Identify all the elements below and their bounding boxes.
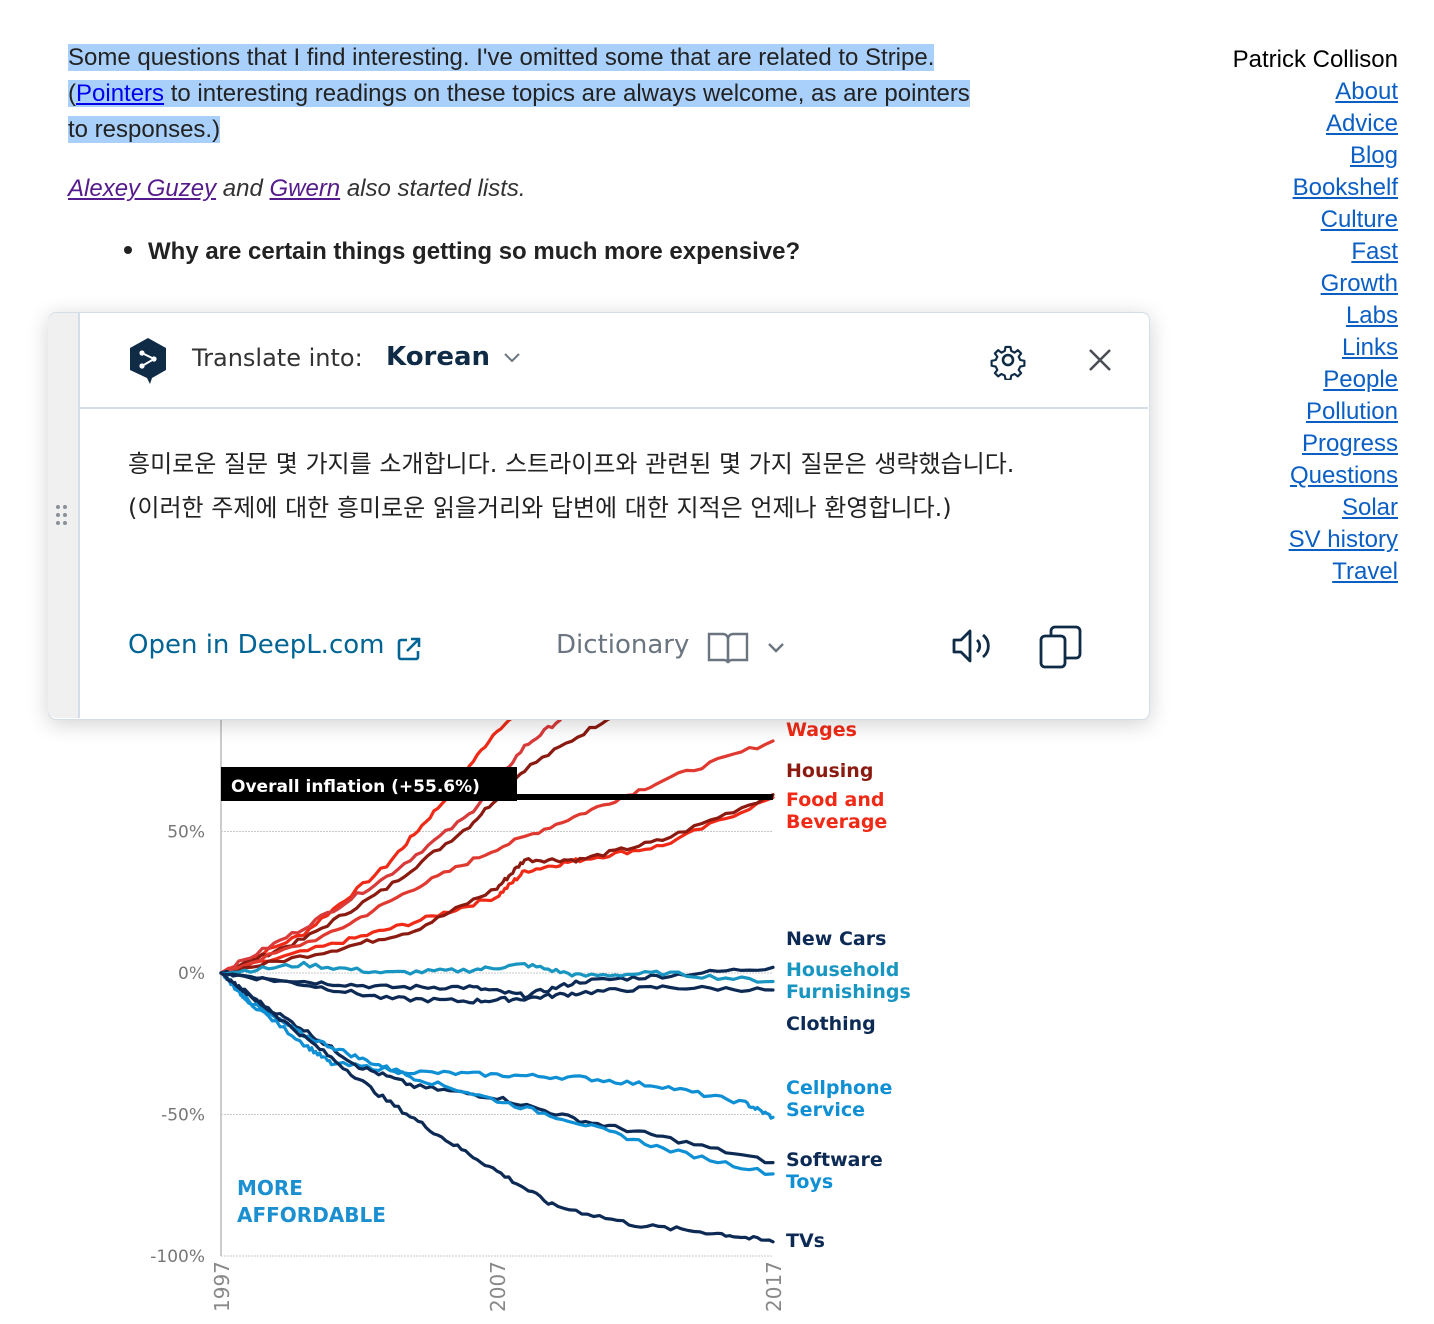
sidebar-link-growth[interactable]: Growth	[1233, 268, 1398, 300]
series-line-tvs	[219, 971, 775, 1244]
dictionary-button[interactable]: Dictionary	[556, 630, 689, 660]
series-label: Household	[786, 959, 899, 981]
sidebar-link-advice[interactable]: Advice	[1233, 108, 1398, 140]
series-line-new-cars	[219, 965, 775, 1000]
sidebar-link-labs[interactable]: Labs	[1233, 300, 1398, 332]
chevron-down-icon[interactable]	[502, 350, 522, 366]
series-line-household-furnishings	[219, 960, 775, 984]
sidebar-link-progress[interactable]: Progress	[1233, 428, 1398, 460]
series-label: Cellphone	[786, 1077, 892, 1099]
series-line-cellphone-service	[219, 971, 775, 1120]
sidebar-link-fast[interactable]: Fast	[1233, 236, 1398, 268]
copy-icon[interactable]	[1038, 624, 1084, 670]
y-tick-label: -100%	[150, 1247, 205, 1267]
sidebar-link-sv-history[interactable]: SV history	[1233, 524, 1398, 556]
overall-inflation-label: Overall inflation (+55.6%)	[231, 777, 480, 797]
series-label: New Cars	[786, 928, 886, 950]
x-tick-label: 1997	[210, 1261, 234, 1312]
translation-line-1: 흥미로운 질문 몇 가지를 소개합니다. 스트라이프와 관련된 몇 가지 질문은…	[128, 450, 1015, 478]
sidebar-link-bookshelf[interactable]: Bookshelf	[1233, 172, 1398, 204]
chevron-down-icon[interactable]	[766, 640, 786, 656]
more-affordable-label: MORE	[237, 1176, 303, 1200]
translate-into-label: Translate into:	[192, 344, 363, 372]
series-line-housing	[219, 682, 692, 975]
sidebar-nav: Patrick Collison About Advice Blog Books…	[1233, 44, 1398, 588]
series-label: Food and	[786, 789, 884, 811]
series-line-food-and-beverage	[219, 795, 775, 975]
series-label: Toys	[786, 1171, 833, 1193]
more-affordable-label: AFFORDABLE	[237, 1203, 386, 1227]
series-label: Furnishings	[786, 981, 911, 1003]
y-tick-label: -50%	[161, 1106, 205, 1126]
sidebar-link-links[interactable]: Links	[1233, 332, 1398, 364]
sidebar-link-blog[interactable]: Blog	[1233, 140, 1398, 172]
close-icon[interactable]	[1086, 346, 1114, 374]
series-label: Beverage	[786, 811, 887, 833]
site-owner-name: Patrick Collison	[1232, 46, 1398, 73]
series-line-software	[219, 971, 775, 1165]
y-tick-label: 0%	[178, 964, 205, 984]
x-tick-label: 2017	[762, 1261, 786, 1312]
sidebar-link-culture[interactable]: Culture	[1233, 204, 1398, 236]
sidebar-link-solar[interactable]: Solar	[1233, 492, 1398, 524]
speaker-icon[interactable]	[950, 626, 994, 666]
series-label: Clothing	[786, 1013, 876, 1035]
sidebar-link-about[interactable]: About	[1233, 76, 1398, 108]
gear-icon[interactable]	[988, 340, 1028, 380]
y-tick-label: 50%	[167, 823, 205, 843]
sidebar-link-questions[interactable]: Questions	[1233, 460, 1398, 492]
series-label: Software	[786, 1149, 883, 1171]
x-tick-label: 2007	[486, 1261, 510, 1312]
series-label: Wages	[786, 719, 857, 741]
open-in-deepl-link[interactable]: Open in DeepL.com	[128, 630, 384, 660]
series-line-other-dark-red	[219, 793, 775, 975]
drag-handle-icon[interactable]	[56, 505, 70, 527]
sidebar-link-travel[interactable]: Travel	[1233, 556, 1398, 588]
series-label: TVs	[786, 1230, 825, 1252]
translation-output: 흥미로운 질문 몇 가지를 소개합니다. 스트라이프와 관련된 몇 가지 질문은…	[128, 442, 1118, 530]
target-language-select[interactable]: Korean	[386, 342, 490, 372]
series-label: Housing	[786, 760, 873, 782]
book-icon[interactable]	[706, 630, 750, 666]
sidebar-link-pollution[interactable]: Pollution	[1233, 396, 1398, 428]
translation-line-2: (이러한 주제에 대한 흥미로운 읽을거리와 답변에 대한 지적은 언제나 환영…	[128, 494, 952, 522]
sidebar-link-people[interactable]: People	[1233, 364, 1398, 396]
external-link-icon[interactable]	[396, 636, 422, 662]
series-label: Service	[786, 1099, 865, 1121]
deepl-logo-icon	[130, 338, 166, 384]
